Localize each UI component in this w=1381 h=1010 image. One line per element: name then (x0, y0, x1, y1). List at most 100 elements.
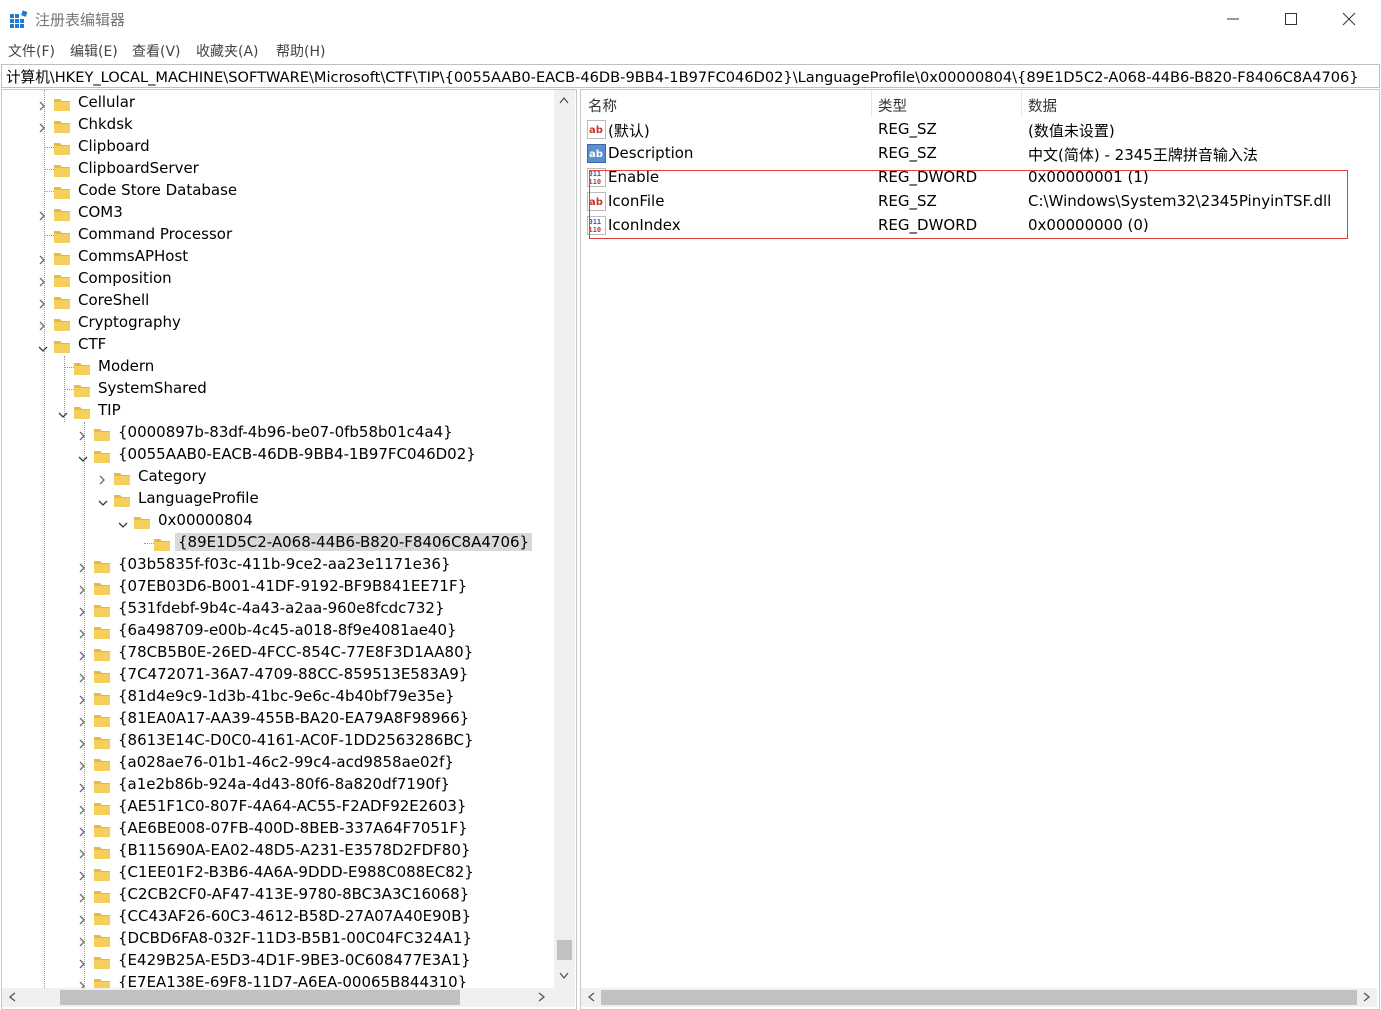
tree-item[interactable]: {AE51F1C0-807F-4A64-AC55-F2ADF92E2603} (2, 796, 554, 818)
chevron-right-icon[interactable] (37, 317, 47, 331)
tree-item-label[interactable]: {AE51F1C0-807F-4A64-AC55-F2ADF92E2603} (118, 797, 466, 815)
tree-item-label[interactable]: Command Processor (78, 225, 232, 243)
values-horizontal-scroll-thumb[interactable] (601, 990, 1357, 1005)
tree-item-label[interactable]: Category (138, 467, 207, 485)
tree-item-label[interactable]: LanguageProfile (138, 489, 259, 507)
chevron-down-icon[interactable] (37, 339, 48, 352)
tree-item-label[interactable]: CommsAPHost (78, 247, 188, 265)
tree-item-label[interactable]: SystemShared (98, 379, 207, 397)
tree-item[interactable]: CommsAPHost (2, 246, 554, 268)
tree-item[interactable]: {07EB03D6-B001-41DF-9192-BF9B841EE71F} (2, 576, 554, 598)
menu-favorites[interactable]: 收藏夹(A) (196, 41, 259, 61)
tree-item[interactable]: Clipboard (2, 136, 554, 158)
tree-item[interactable]: {C1EE01F2-B3B6-4A6A-9DDD-E988C088EC82} (2, 862, 554, 884)
tree-item[interactable]: Category (2, 466, 554, 488)
tree-item-label[interactable]: Cryptography (78, 313, 181, 331)
tree-vertical-scrollbar[interactable] (554, 90, 575, 988)
tree-item[interactable]: {89E1D5C2-A068-44B6-B820-F8406C8A4706} (2, 532, 554, 554)
tree-item-label[interactable]: COM3 (78, 203, 123, 221)
scroll-up-icon[interactable] (559, 94, 569, 107)
tree-item-label[interactable]: {78CB5B0E-26ED-4FCC-854C-77E8F3D1AA80} (118, 643, 473, 661)
tree-item[interactable]: CoreShell (2, 290, 554, 312)
chevron-right-icon[interactable] (77, 757, 87, 771)
tree-item[interactable]: {78CB5B0E-26ED-4FCC-854C-77E8F3D1AA80} (2, 642, 554, 664)
column-separator[interactable] (1021, 90, 1022, 116)
tree-item-label[interactable]: {8613E14C-D0C0-4161-AC0F-1DD2563286BC} (118, 731, 474, 749)
menu-help[interactable]: 帮助(H) (276, 41, 325, 61)
tree-item-label[interactable]: Code Store Database (78, 181, 237, 199)
tree-item[interactable]: {0000897b-83df-4b96-be07-0fb58b01c4a4} (2, 422, 554, 444)
chevron-right-icon[interactable] (37, 119, 47, 133)
tree-item[interactable]: {E7EA138E-69F8-11D7-A6EA-00065B844310} (2, 972, 554, 988)
address-bar[interactable]: 计算机\HKEY_LOCAL_MACHINE\SOFTWARE\Microsof… (1, 64, 1380, 88)
tree-item-label[interactable]: {81EA0A17-AA39-455B-BA20-EA79A8F98966} (118, 709, 469, 727)
chevron-down-icon[interactable] (57, 405, 68, 418)
chevron-right-icon[interactable] (77, 559, 87, 573)
chevron-right-icon[interactable] (37, 295, 47, 309)
tree-item[interactable]: ClipboardServer (2, 158, 554, 180)
tree-item-label[interactable]: Modern (98, 357, 154, 375)
column-separator[interactable] (871, 90, 872, 116)
chevron-right-icon[interactable] (77, 691, 87, 705)
scroll-right-icon[interactable] (1363, 992, 1371, 1005)
tree-item-label[interactable]: CoreShell (78, 291, 149, 309)
tree-item-label[interactable]: {B115690A-EA02-48D5-A231-E3578D2FDF80} (118, 841, 470, 859)
menu-file[interactable]: 文件(F) (8, 41, 55, 61)
chevron-right-icon[interactable] (77, 977, 87, 988)
tree-item[interactable]: {E429B25A-E5D3-4D1F-9BE3-0C608477E3A1} (2, 950, 554, 972)
chevron-right-icon[interactable] (77, 603, 87, 617)
tree-item[interactable]: {a1e2b86b-924a-4d43-80f6-8a820df7190f} (2, 774, 554, 796)
chevron-right-icon[interactable] (77, 647, 87, 661)
chevron-right-icon[interactable] (77, 889, 87, 903)
tree-item-label[interactable]: Composition (78, 269, 172, 287)
tree-item[interactable]: {DCBD6FA8-032F-11D3-B5B1-00C04FC324A1} (2, 928, 554, 950)
tree-item-label[interactable]: TIP (98, 401, 121, 419)
tree-item-label[interactable]: {0000897b-83df-4b96-be07-0fb58b01c4a4} (118, 423, 453, 441)
chevron-right-icon[interactable] (37, 97, 47, 111)
tree-item[interactable]: {8613E14C-D0C0-4161-AC0F-1DD2563286BC} (2, 730, 554, 752)
tree-item-label[interactable]: Chkdsk (78, 115, 133, 133)
tree-item[interactable]: {6a498709-e00b-4c45-a018-8f9e4081ae40} (2, 620, 554, 642)
tree-item-label[interactable]: {E429B25A-E5D3-4D1F-9BE3-0C608477E3A1} (118, 951, 471, 969)
tree-item[interactable]: {81d4e9c9-1d3b-41bc-9e6c-4b40bf79e35e} (2, 686, 554, 708)
chevron-down-icon[interactable] (117, 515, 128, 528)
tree-item-label[interactable]: {03b5835f-f03c-411b-9ce2-aa23e1171e36} (118, 555, 451, 573)
chevron-right-icon[interactable] (37, 207, 47, 221)
value-row[interactable]: ab (默认) REG_SZ (数值未设置) (581, 118, 1377, 142)
tree-item-label[interactable]: {531fdebf-9b4c-4a43-a2aa-960e8fcdc732} (118, 599, 445, 617)
values-horizontal-scrollbar[interactable] (581, 988, 1377, 1007)
tree-horizontal-scroll-thumb[interactable] (60, 990, 460, 1005)
tree-item-label[interactable]: {07EB03D6-B001-41DF-9192-BF9B841EE71F} (118, 577, 467, 595)
tree-item[interactable]: {B115690A-EA02-48D5-A231-E3578D2FDF80} (2, 840, 554, 862)
chevron-right-icon[interactable] (77, 625, 87, 639)
chevron-right-icon[interactable] (37, 251, 47, 265)
chevron-right-icon[interactable] (77, 867, 87, 881)
tree-item[interactable]: {a028ae76-01b1-46c2-99c4-acd9858ae02f} (2, 752, 554, 774)
menu-view[interactable]: 查看(V) (132, 41, 181, 61)
tree-item[interactable]: Cryptography (2, 312, 554, 334)
chevron-right-icon[interactable] (77, 669, 87, 683)
chevron-right-icon[interactable] (77, 713, 87, 727)
tree-item[interactable]: Composition (2, 268, 554, 290)
tree-item[interactable]: Chkdsk (2, 114, 554, 136)
tree-item-label[interactable]: Cellular (78, 93, 135, 111)
tree-item-label[interactable]: {E7EA138E-69F8-11D7-A6EA-00065B844310} (118, 973, 467, 988)
tree-item[interactable]: LanguageProfile (2, 488, 554, 510)
tree-item[interactable]: {AE6BE008-07FB-400D-8BEB-337A64F7051F} (2, 818, 554, 840)
tree-item-label[interactable]: 0x00000804 (158, 511, 253, 529)
chevron-right-icon[interactable] (77, 735, 87, 749)
tree-item[interactable]: {7C472071-36A7-4709-88CC-859513E583A9} (2, 664, 554, 686)
tree-item[interactable]: {CC43AF26-60C3-4612-B58D-27A07A40E90B} (2, 906, 554, 928)
tree-item[interactable]: {03b5835f-f03c-411b-9ce2-aa23e1171e36} (2, 554, 554, 576)
scroll-left-icon[interactable] (8, 992, 16, 1005)
scroll-right-icon[interactable] (538, 992, 546, 1005)
tree-item-label-selected[interactable]: {89E1D5C2-A068-44B6-B820-F8406C8A4706} (175, 533, 533, 551)
chevron-right-icon[interactable] (77, 779, 87, 793)
chevron-right-icon[interactable] (37, 273, 47, 287)
tree-item-label[interactable]: {81d4e9c9-1d3b-41bc-9e6c-4b40bf79e35e} (118, 687, 455, 705)
chevron-right-icon[interactable] (77, 427, 87, 441)
tree-item[interactable]: TIP (2, 400, 554, 422)
chevron-right-icon[interactable] (77, 845, 87, 859)
tree-item-label[interactable]: {AE6BE008-07FB-400D-8BEB-337A64F7051F} (118, 819, 468, 837)
tree-item-label[interactable]: {CC43AF26-60C3-4612-B58D-27A07A40E90B} (118, 907, 471, 925)
